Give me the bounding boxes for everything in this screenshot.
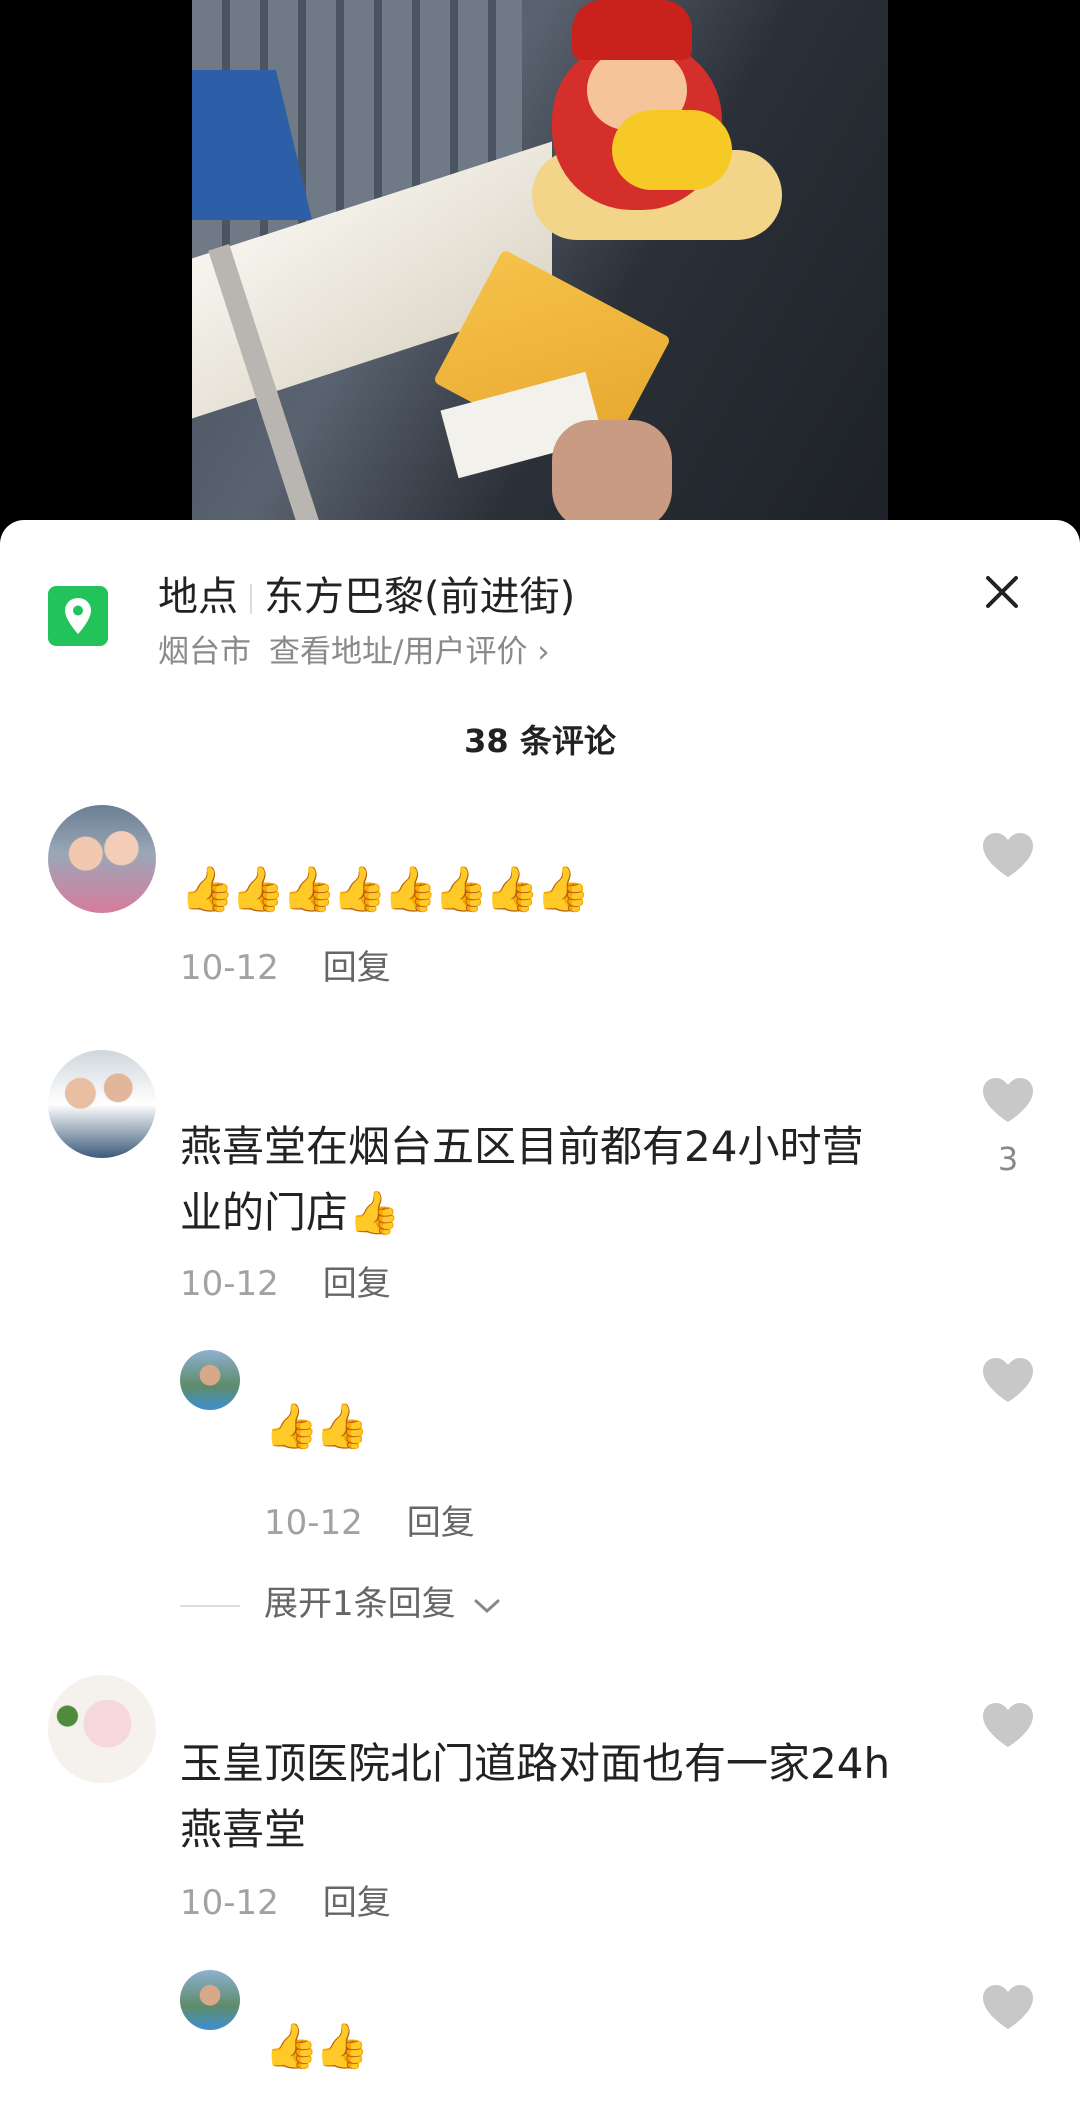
reply-date: 10-12 — [264, 1503, 363, 1543]
hand — [552, 420, 672, 530]
video-preview[interactable] — [0, 0, 1080, 540]
comments-count: 38 条评论 — [464, 722, 616, 760]
reply-meta: 10-12 回复 — [264, 1495, 475, 1544]
comment-date: 10-12 — [180, 1264, 279, 1304]
heart-icon[interactable] — [980, 1075, 1036, 1125]
comment-meta: 10-12 回复 — [180, 940, 391, 989]
avatar[interactable] — [48, 805, 156, 913]
chevron-right-icon: › — [527, 634, 550, 670]
comment-date: 10-12 — [180, 1883, 279, 1923]
location-city: 烟台市 — [158, 634, 251, 670]
comments-sheet: 地点 东方巴黎(前进街) 烟台市 查看地址/用户评价 › 38 条评论 👍👍👍👍👍👍… — [0, 520, 1080, 2112]
location-subtitle[interactable]: 烟台市 查看地址/用户评价 › — [158, 626, 550, 671]
comment-line: 玉皇顶医院北门道路对面也有一家24h — [180, 1739, 891, 1788]
comment-item: 👍👍👍👍👍👍👍👍 10-12 回复 — [0, 805, 1080, 1035]
heart-icon[interactable] — [980, 1982, 1036, 2032]
comment-item: 玉皇顶医院北门道路对面也有一家24h 燕喜堂 10-12 回复 — [0, 1675, 1080, 1935]
comment-text: 玉皇顶医院北门道路对面也有一家24h 燕喜堂 — [180, 1731, 890, 1863]
reply-avatar[interactable] — [180, 1970, 240, 2030]
reply-button[interactable]: 回复 — [323, 948, 391, 988]
like-count: 3 — [997, 1140, 1019, 1178]
comment-item: 燕喜堂在烟台五区目前都有24小时营 业的门店👍 10-12 回复 3 👍👍 — [0, 1050, 1080, 1470]
divider — [250, 584, 252, 614]
heart-icon[interactable] — [980, 1355, 1036, 1405]
avatar[interactable] — [48, 1675, 156, 1783]
comment-meta: 10-12 回复 — [180, 1256, 391, 1305]
close-icon[interactable] — [980, 570, 1024, 614]
divider — [180, 1604, 240, 1607]
comment-date: 10-12 — [180, 948, 279, 988]
comment-line: 燕喜堂在烟台五区目前都有24小时营 — [180, 1122, 864, 1171]
chevron-down-icon — [474, 1599, 500, 1613]
heart-icon[interactable] — [980, 830, 1036, 880]
expand-label: 展开1条回复 — [264, 1584, 456, 1624]
reply-button[interactable]: 回复 — [323, 1883, 391, 1923]
comment-text: 燕喜堂在烟台五区目前都有24小时营 业的门店👍 — [180, 1114, 863, 1246]
comment-line: 业的门店👍 — [180, 1188, 401, 1237]
location-label: 地点 — [158, 574, 238, 620]
comment-meta: 10-12 回复 — [180, 1875, 391, 1924]
fortune-god-sticker — [492, 0, 792, 270]
avatar[interactable] — [48, 1050, 156, 1158]
heart-icon[interactable] — [980, 1700, 1036, 1750]
expand-replies-button[interactable]: 展开1条回复 — [180, 1576, 502, 1625]
location-header[interactable]: 地点 东方巴黎(前进街) 烟台市 查看地址/用户评价 › — [0, 520, 1080, 690]
reply-button[interactable]: 回复 — [407, 1503, 475, 1543]
comment-line: 燕喜堂 — [180, 1805, 307, 1854]
location-name: 东方巴黎(前进街) — [264, 574, 576, 620]
location-detail-link[interactable]: 查看地址/用户评价 — [269, 634, 527, 670]
reply-text: 👍👍 — [264, 2021, 370, 2072]
location-pin-icon — [48, 586, 108, 646]
reply-button[interactable]: 回复 — [323, 1264, 391, 1304]
reply-avatar[interactable] — [180, 1350, 240, 1410]
location-title[interactable]: 地点 东方巴黎(前进街) — [158, 564, 575, 622]
comment-text: 👍👍👍👍👍👍👍👍 — [180, 864, 590, 915]
reply-text: 👍👍 — [264, 1401, 370, 1452]
video-frame — [192, 0, 888, 540]
